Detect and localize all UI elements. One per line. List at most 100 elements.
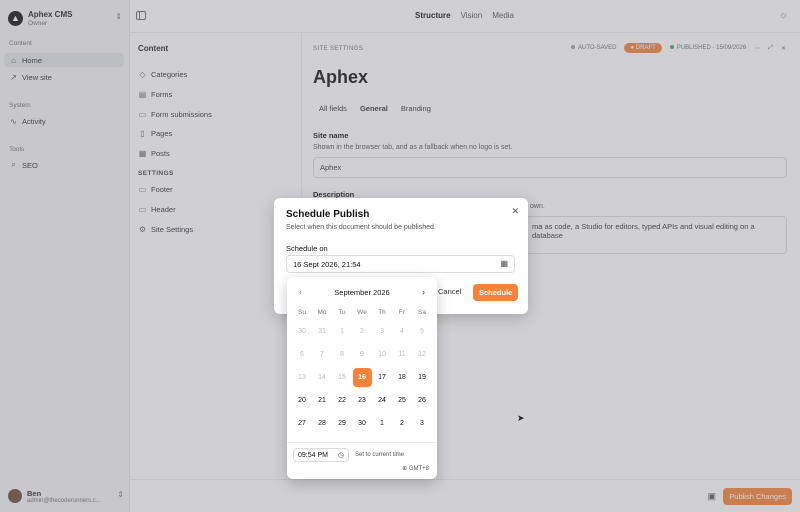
calendar-day-label: 19: [418, 374, 426, 381]
calendar-day[interactable]: 23: [352, 389, 372, 412]
calendar-day-label: 20: [298, 397, 306, 404]
calendar-day[interactable]: 8: [332, 343, 352, 366]
weekday-header: Th: [378, 309, 386, 316]
schedule-datetime-value: 16 Sept 2026, 21:54: [293, 260, 361, 269]
weekday-header: We: [357, 309, 367, 316]
calendar-day[interactable]: 30: [352, 412, 372, 435]
calendar-day[interactable]: 22: [332, 389, 352, 412]
calendar-day[interactable]: 25: [392, 389, 412, 412]
calendar-day-label: 7: [320, 351, 324, 358]
calendar-day-label: 31: [318, 328, 326, 335]
calendar-day[interactable]: 1: [332, 320, 352, 343]
calendar-day-label: 4: [400, 328, 404, 335]
calendar-day[interactable]: 11: [392, 343, 412, 366]
time-value: 09:54 PM: [298, 452, 328, 459]
dialog-title: Schedule Publish: [286, 209, 370, 220]
calendar-day-label: 27: [298, 420, 306, 427]
calendar-day-selected[interactable]: 16: [352, 366, 372, 389]
calendar-day[interactable]: 29: [332, 412, 352, 435]
mouse-cursor-icon: ➤: [517, 413, 525, 423]
calendar-day[interactable]: 27: [292, 412, 312, 435]
calendar-day-label: 8: [340, 351, 344, 358]
calendar-day-label: 6: [300, 351, 304, 358]
timezone-label: ⊕ GMT+8: [402, 465, 429, 472]
calendar-day[interactable]: 28: [312, 412, 332, 435]
calendar-day-label: 2: [360, 328, 364, 335]
calendar-day[interactable]: 26: [412, 389, 432, 412]
date-picker-popup: ‹ September 2026 › Su Mo Tu We Th Fr Sa 30 31 1 2 3…: [287, 277, 437, 479]
calendar-day-label: 25: [398, 397, 406, 404]
calendar-day-label: 1: [380, 420, 384, 427]
calendar-day-label: 18: [398, 374, 406, 381]
time-input[interactable]: 09:54 PM ◷: [293, 448, 349, 462]
calendar-day[interactable]: 19: [412, 366, 432, 389]
chevron-right-icon[interactable]: ›: [422, 287, 425, 297]
calendar-day[interactable]: 30: [292, 320, 312, 343]
weekday-header: Sa: [418, 309, 426, 316]
calendar-day-label: 16: [352, 368, 372, 387]
calendar-day[interactable]: 1: [372, 412, 392, 435]
calendar-day-label: 21: [318, 397, 326, 404]
calendar-day-label: 1: [340, 328, 344, 335]
calendar-divider: [287, 442, 437, 443]
calendar-day[interactable]: 2: [352, 320, 372, 343]
calendar-day[interactable]: 18: [392, 366, 412, 389]
calendar-day[interactable]: 12: [412, 343, 432, 366]
calendar-day-label: 30: [298, 328, 306, 335]
calendar-day-label: 23: [358, 397, 366, 404]
calendar-day[interactable]: 6: [292, 343, 312, 366]
calendar-day-label: 2: [400, 420, 404, 427]
calendar-month-label: September 2026: [334, 288, 390, 297]
schedule-button[interactable]: Schedule: [473, 284, 519, 301]
calendar-day-label: 15: [338, 374, 346, 381]
weekday-header: Mo: [317, 309, 327, 316]
calendar-day[interactable]: 17: [372, 366, 392, 389]
close-icon[interactable]: ✕: [511, 206, 519, 217]
calendar-day[interactable]: 7: [312, 343, 332, 366]
calendar-icon[interactable]: ▦: [500, 259, 508, 268]
calendar-day[interactable]: 24: [372, 389, 392, 412]
schedule-datetime-input[interactable]: 16 Sept 2026, 21:54 ▦: [286, 255, 515, 273]
app-root: ▲ Aphex CMS Owner ⇕ Content ⌂ Home ↗ Vie…: [0, 0, 800, 512]
calendar-day[interactable]: 2: [392, 412, 412, 435]
calendar-day[interactable]: 31: [312, 320, 332, 343]
calendar-day[interactable]: 9: [352, 343, 372, 366]
calendar-day[interactable]: 14: [312, 366, 332, 389]
calendar-day-label: 28: [318, 420, 326, 427]
calendar-day-label: 24: [378, 397, 386, 404]
set-current-time-button[interactable]: Set to current time: [355, 452, 404, 458]
calendar-day[interactable]: 3: [412, 412, 432, 435]
calendar-day-label: 11: [398, 351, 406, 358]
calendar-day-label: 5: [420, 328, 424, 335]
calendar-day-label: 17: [378, 374, 386, 381]
weekday-header: Su: [298, 309, 306, 316]
calendar-day-label: 12: [418, 351, 426, 358]
timezone-value: GMT+8: [408, 466, 429, 472]
calendar-day[interactable]: 4: [392, 320, 412, 343]
calendar-day[interactable]: 13: [292, 366, 312, 389]
calendar-day-label: 10: [378, 351, 386, 358]
calendar-day[interactable]: 15: [332, 366, 352, 389]
calendar-day-label: 29: [338, 420, 346, 427]
calendar-day-label: 30: [358, 420, 366, 427]
calendar-day[interactable]: 20: [292, 389, 312, 412]
calendar-day-label: 3: [380, 328, 384, 335]
cancel-button[interactable]: Cancel: [438, 287, 461, 296]
weekday-header: Tu: [338, 309, 346, 316]
calendar-day-label: 22: [338, 397, 346, 404]
calendar-grid: Su Mo Tu We Th Fr Sa 30 31 1 2 3 4 5 6 7 8 9 10 11 12 13 14 15 1…: [292, 305, 432, 435]
calendar-day-label: 13: [298, 374, 306, 381]
clock-icon: ◷: [337, 452, 344, 459]
weekday-header: Fr: [398, 309, 406, 316]
schedule-on-label: Schedule on: [286, 244, 328, 253]
calendar-day-label: 3: [420, 420, 424, 427]
calendar-day-label: 26: [418, 397, 426, 404]
globe-icon: ⊕: [402, 466, 408, 472]
calendar-day-label: 9: [360, 351, 364, 358]
calendar-day[interactable]: 5: [412, 320, 432, 343]
calendar-day[interactable]: 3: [372, 320, 392, 343]
calendar-day[interactable]: 10: [372, 343, 392, 366]
calendar-day-label: 14: [318, 374, 326, 381]
calendar-day[interactable]: 21: [312, 389, 332, 412]
dialog-subtitle: Select when this document should be publ…: [286, 224, 436, 231]
